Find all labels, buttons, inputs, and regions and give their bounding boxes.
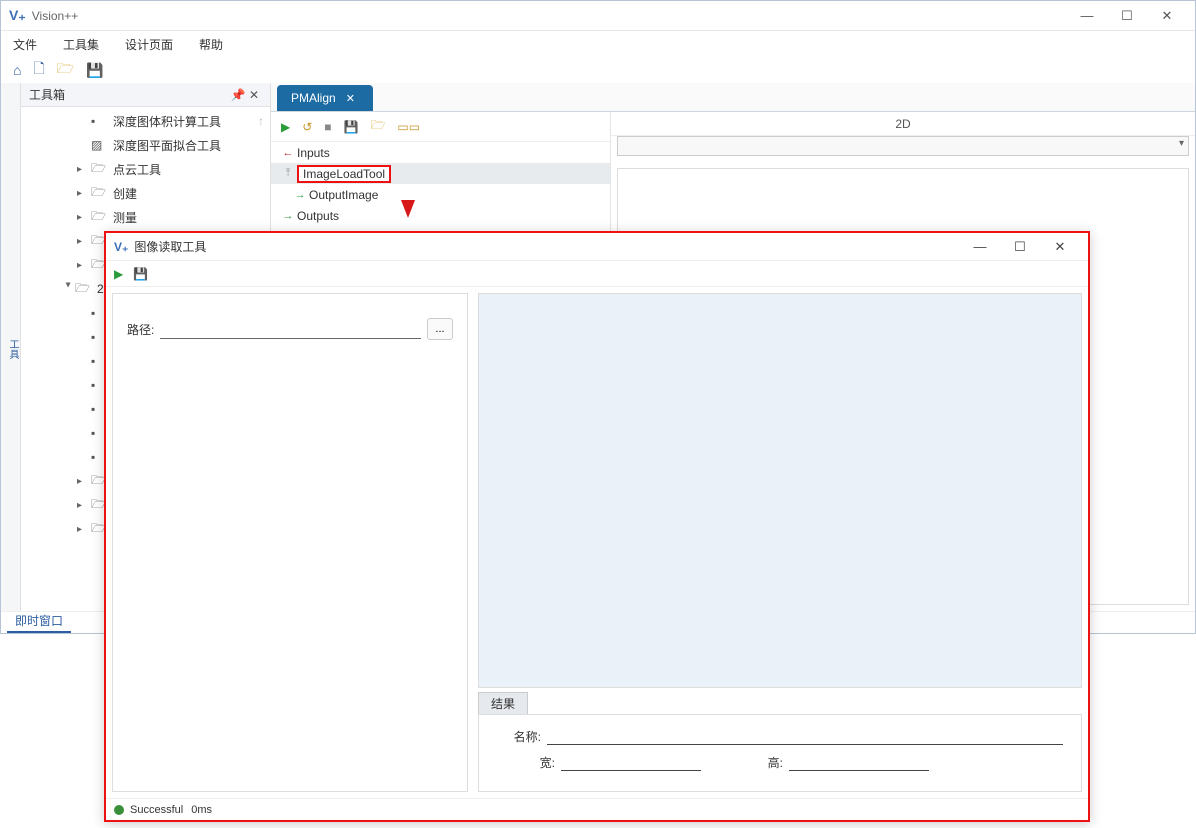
dialog-statusbar: Successful 0ms — [106, 798, 1088, 820]
maximize-button[interactable]: ☐ — [1107, 1, 1147, 31]
main-toolbar: ⌂ 🗋 🗁 💾 — [1, 57, 1195, 83]
toolbox-title: 工具箱 — [29, 86, 65, 103]
expand-icon: ▸ — [77, 212, 91, 223]
height-field — [789, 753, 929, 771]
dialog-run-icon[interactable]: ▶ — [114, 267, 123, 281]
width-label: 宽: — [525, 754, 555, 771]
results-tab[interactable]: 结果 — [478, 692, 528, 714]
folder-icon: 🗁 — [91, 159, 107, 180]
close-button[interactable]: ✕ — [1147, 1, 1187, 31]
app-logo-icon: V₊ — [9, 7, 26, 24]
undo-icon[interactable]: ↺ — [302, 120, 312, 134]
expand-icon: ▸ — [77, 188, 91, 199]
node-outputimage[interactable]: → OutputImage — [271, 184, 610, 205]
tree-item-depth-volume[interactable]: ▪ 深度图体积计算工具 ↑ — [21, 109, 270, 133]
immediate-window-tab[interactable]: 即时窗口 — [7, 610, 71, 633]
image-load-dialog: V₊ 图像读取工具 — ☐ ✕ ▶ 💾 路径: ... 结果 名称: — [104, 231, 1090, 822]
arrow-right-icon: → — [279, 210, 297, 222]
titlebar: V₊ Vision++ — ☐ ✕ — [1, 1, 1195, 31]
node-outputs[interactable]: → Outputs — [271, 205, 610, 226]
tool-icon: ▪ — [91, 114, 107, 128]
save-icon[interactable]: 💾 — [344, 120, 359, 134]
dialog-left-panel: 路径: ... — [112, 293, 468, 792]
tab-close-icon[interactable]: ✕ — [346, 92, 355, 105]
menu-toolset[interactable]: 工具集 — [63, 36, 99, 53]
arrow-right-icon: → — [291, 189, 309, 201]
open-folder-icon[interactable]: 🗁 — [57, 58, 74, 82]
node-imageloadtool[interactable]: ⤒ ImageLoadTool — [271, 163, 610, 184]
annotation-arrow-icon — [401, 200, 415, 218]
status-text: Successful — [130, 804, 183, 816]
expand-icon: ▸ — [77, 260, 91, 271]
menu-help[interactable]: 帮助 — [199, 36, 223, 53]
minimize-button[interactable]: — — [1067, 1, 1107, 31]
panel-close-icon[interactable]: ✕ — [246, 88, 262, 102]
node-inputs[interactable]: ← Inputs — [271, 142, 610, 163]
viewport-header: 2D — [611, 112, 1195, 136]
new-file-icon[interactable]: 🗋 — [33, 58, 44, 82]
menubar: 文件 工具集 设计页面 帮助 — [1, 31, 1195, 57]
run-icon[interactable]: ▶ — [281, 120, 290, 134]
dialog-title: 图像读取工具 — [134, 238, 206, 255]
folder-icon: 🗁 — [91, 207, 107, 228]
tab-pmalign[interactable]: PMAlign ✕ — [277, 85, 373, 111]
stop-icon[interactable]: ■ — [324, 120, 331, 134]
name-label: 名称: — [511, 728, 541, 745]
tool-icon: ▨ — [91, 138, 107, 152]
status-time: 0ms — [191, 804, 212, 816]
image-preview[interactable] — [478, 293, 1082, 688]
dialog-close-button[interactable]: ✕ — [1040, 239, 1080, 255]
folder-icon: 🗁 — [75, 279, 91, 300]
width-field — [561, 753, 701, 771]
expand-icon: ▸ — [77, 236, 91, 247]
dialog-logo-icon: V₊ — [114, 240, 128, 254]
name-field — [547, 727, 1063, 745]
save-icon[interactable]: 💾 — [86, 62, 103, 79]
toolbox-header: 工具箱 📌 ✕ — [21, 83, 270, 107]
tree-item-create[interactable]: ▸ 🗁 创建 — [21, 181, 270, 205]
dialog-toolbar: ▶ 💾 — [106, 261, 1088, 287]
path-input[interactable] — [160, 319, 421, 339]
tree-item-depth-plane[interactable]: ▨ 深度图平面拟合工具 — [21, 133, 270, 157]
anchor-icon: ⤒ — [279, 167, 297, 180]
arrow-left-icon: ← — [279, 147, 297, 159]
collapse-icon: ▸ — [63, 282, 74, 296]
tree-item-measure[interactable]: ▸ 🗁 测量 — [21, 205, 270, 229]
status-dot-icon — [114, 805, 124, 815]
home-icon[interactable]: ⌂ — [13, 62, 21, 78]
dialog-titlebar: V₊ 图像读取工具 — ☐ ✕ — [106, 233, 1088, 261]
up-arrow-icon: ↑ — [258, 114, 264, 128]
expand-icon: ▸ — [77, 164, 91, 175]
dialog-minimize-button[interactable]: — — [960, 239, 1000, 255]
open-icon[interactable]: 🗁 — [371, 116, 386, 137]
path-label: 路径: — [127, 321, 154, 338]
app-title: Vision++ — [32, 9, 1067, 23]
results-panel: 名称: 宽: 高: — [478, 714, 1082, 792]
tree-item-pointcloud[interactable]: ▸ 🗁 点云工具 — [21, 157, 270, 181]
menu-design[interactable]: 设计页面 — [125, 36, 173, 53]
layout-icon[interactable]: ▭▭ — [397, 120, 420, 134]
pin-icon[interactable]: 📌 — [230, 88, 246, 102]
menu-file[interactable]: 文件 — [13, 36, 37, 53]
node-toolbar: ▶ ↺ ■ 💾 🗁 ▭▭ — [271, 112, 610, 142]
browse-button[interactable]: ... — [427, 318, 453, 340]
folder-icon: 🗁 — [91, 183, 107, 204]
height-label: 高: — [753, 754, 783, 771]
left-rail[interactable]: 工具 — [1, 83, 21, 611]
viewport-dropdown[interactable] — [617, 136, 1189, 156]
dialog-right-panel: 结果 名称: 宽: 高: — [478, 293, 1082, 792]
tabstrip: PMAlign ✕ — [271, 83, 1195, 111]
dialog-save-icon[interactable]: 💾 — [133, 267, 148, 281]
dialog-maximize-button[interactable]: ☐ — [1000, 239, 1040, 255]
